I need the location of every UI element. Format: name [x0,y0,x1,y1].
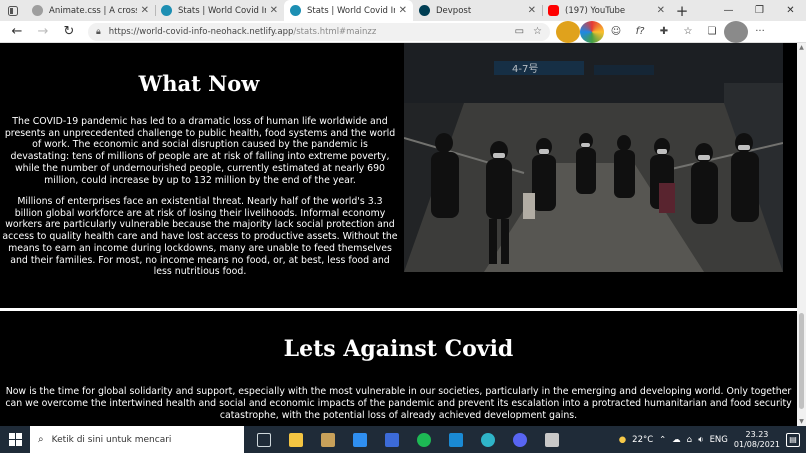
lock-icon[interactable]: 🔒︎ [96,27,101,37]
section-divider [0,308,797,311]
what-now-heading: What Now [138,71,260,96]
back-button[interactable]: ← [4,24,30,39]
minimize-icon[interactable]: — [713,0,744,21]
crowd-masks-photo: 4-7号 [404,43,783,272]
maximize-icon[interactable]: ❐ [744,0,775,21]
favorites-icon[interactable]: ☆ [676,21,700,43]
lets-against-covid-heading: Lets Against Covid [283,336,514,362]
refresh-button[interactable]: ↻ [56,24,82,39]
system-tray: ● 22°C ⌃ ☁ ⌂ 🔉︎ ENG 23.23 01/08/2021 ▤ [619,430,806,450]
taskbar-search-box[interactable]: ⌕ Ketik di sini untuk mencari [30,426,244,453]
page-scrollbar[interactable]: ▲ ▼ [797,43,806,426]
browser-toolbar: ← → ↻ 🔒︎ https://world-covid-info-neohac… [0,20,806,43]
favorite-star-icon[interactable]: ☆ [533,26,542,37]
close-tab-icon[interactable]: ✕ [657,5,665,16]
reader-mode-icon[interactable]: ▭ [515,26,524,37]
animate-css-favicon-icon [32,5,43,16]
collections-icon[interactable]: ❏ [700,21,724,43]
more-menu-icon[interactable]: ··· [748,21,772,43]
new-tab-button[interactable]: + [671,0,693,21]
weather-sun-icon[interactable]: ● [619,435,626,445]
volume-icon[interactable]: 🔉︎ [698,435,703,445]
task-view-icon[interactable] [248,426,280,453]
paint-icon[interactable] [536,426,568,453]
search-icon: ⌕ [38,434,44,445]
weather-temperature[interactable]: 22°C [632,435,653,445]
youtube-favicon-icon [548,5,559,16]
close-tab-icon[interactable]: ✕ [270,5,278,16]
spotify-icon[interactable] [408,426,440,453]
notification-icon[interactable]: ▤ [786,432,800,447]
tab-actions-icon[interactable] [0,0,26,21]
close-tab-icon[interactable]: ✕ [141,5,149,16]
lets-against-covid-paragraph: Now is the time for global solidarity an… [5,386,792,421]
close-tab-icon[interactable]: ✕ [528,5,536,16]
close-window-icon[interactable]: ✕ [775,0,806,21]
tab-stats-1[interactable]: Stats | World Covid Info ✕ [155,0,284,21]
edge-icon[interactable] [472,426,504,453]
emoji-extension-icon[interactable]: ☺ [604,21,628,43]
forward-button[interactable]: → [30,24,56,39]
scroll-down-icon[interactable]: ▼ [797,417,806,426]
window-controls: — ❐ ✕ [713,0,806,21]
profile-avatar[interactable] [724,20,748,43]
netlify-favicon-icon [161,5,172,16]
scroll-up-icon[interactable]: ▲ [797,43,806,52]
devpost-favicon-icon [419,5,430,16]
scrollbar-thumb[interactable] [799,313,804,409]
what-now-section: What Now The COVID-19 pandemic has led t… [0,43,797,308]
file-explorer-icon[interactable] [280,426,312,453]
mail-icon[interactable] [344,426,376,453]
what-now-paragraph-2: Millions of enterprises face an existent… [2,196,398,278]
url-host: https://world-covid-info-neohack.netlify… [108,26,294,37]
search-placeholder: Ketik di sini untuk mencari [51,434,172,445]
close-tab-icon[interactable]: ✕ [399,5,407,16]
tray-chevron-icon[interactable]: ⌃ [659,435,666,445]
editor-icon[interactable] [376,426,408,453]
clock-time: 23.23 [745,429,769,439]
clock[interactable]: 23.23 01/08/2021 [734,430,780,450]
extension-icon[interactable] [556,20,580,43]
clock-date: 01/08/2021 [733,439,780,449]
tab-animate-css[interactable]: Animate.css | A cross-brow ✕ [26,0,155,21]
tab-youtube[interactable]: (197) YouTube ✕ [542,0,671,21]
vscode-icon[interactable] [440,426,472,453]
formula-extension-icon[interactable]: f? [628,21,652,43]
windows-taskbar: ⌕ Ketik di sini untuk mencari ● 22°C ⌃ ☁… [0,426,806,453]
discord-icon[interactable] [504,426,536,453]
address-bar[interactable]: 🔒︎ https://world-covid-info-neohack.netl… [88,22,550,41]
language-icon[interactable]: ENG [710,435,728,445]
store-icon[interactable] [312,426,344,453]
netlify-favicon-icon [290,5,301,16]
what-now-paragraph-1: The COVID-19 pandemic has led to a drama… [4,116,396,186]
network-icon[interactable]: ⌂ [687,435,692,445]
windows-start-icon[interactable] [0,426,30,453]
page-viewport: What Now The COVID-19 pandemic has led t… [0,43,797,426]
tab-stats-active[interactable]: Stats | World Covid Info ✕ [284,0,413,21]
onedrive-icon[interactable]: ☁ [672,435,681,445]
tab-strip: Animate.css | A cross-brow ✕ Stats | Wor… [0,0,806,21]
extensions-puzzle-icon[interactable]: ✚ [652,21,676,43]
url-path: /stats.html#mainzz [293,26,377,37]
tab-devpost[interactable]: Devpost ✕ [413,0,542,21]
color-extension-icon[interactable] [580,20,604,43]
